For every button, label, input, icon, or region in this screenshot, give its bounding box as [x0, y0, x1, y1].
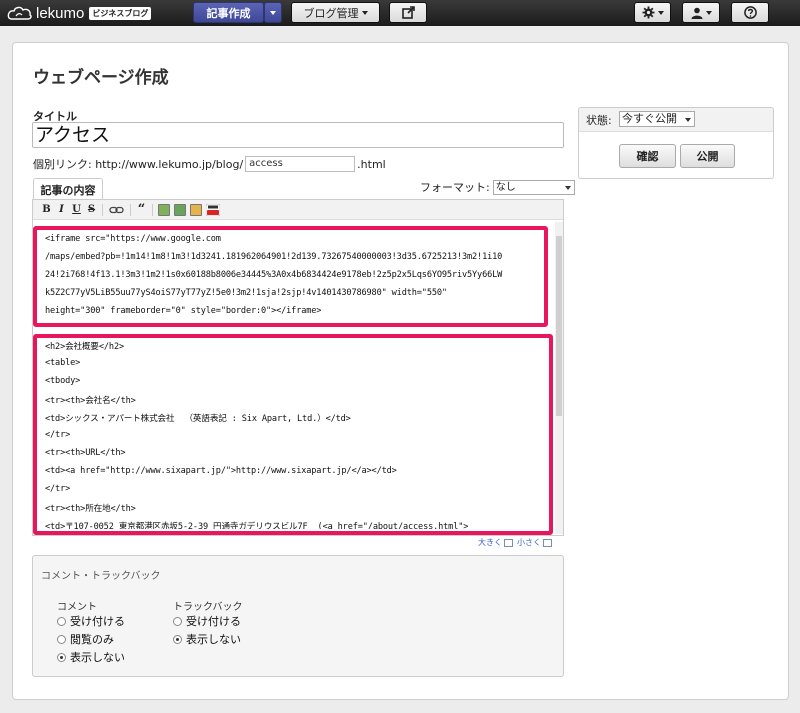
settings-button[interactable] — [634, 2, 671, 23]
bold-button[interactable]: B — [39, 204, 54, 215]
radio-button[interactable] — [57, 616, 66, 626]
comment-option-read-only[interactable]: 閲覧のみ — [57, 631, 114, 647]
publish-button-label: 公開 — [696, 150, 719, 163]
gear-icon — [642, 6, 654, 19]
comment-group-label: コメント — [57, 602, 97, 613]
upload-file-icon[interactable] — [174, 203, 186, 216]
comment-trackback-title: コメント・トラックバック — [41, 571, 161, 582]
status-value: 今すぐ公開 — [622, 112, 677, 125]
insert-image-icon[interactable] — [158, 203, 170, 216]
editor-toolbar: B I U S “ — [33, 200, 563, 220]
compose-entry-label: 記事作成 — [206, 6, 251, 20]
chevron-down-icon — [657, 10, 664, 15]
permalink-row: 個別リンク: http://www.lekumo.jp/blog/ access… — [33, 156, 386, 172]
insert-media-icon[interactable] — [190, 203, 202, 216]
radio-button[interactable] — [173, 616, 182, 626]
format-value: なし — [495, 181, 516, 193]
comment-option-hide[interactable]: 表示しない — [57, 649, 125, 665]
preview-button-label: 確認 — [636, 150, 659, 163]
editor-scrollbar[interactable] — [555, 222, 563, 534]
status-label: 状態: — [586, 114, 612, 127]
underline-button[interactable]: U — [69, 204, 84, 215]
chevron-down-icon — [685, 118, 691, 122]
lekumo-logo-icon — [7, 6, 32, 20]
youtube-icon[interactable] — [206, 203, 220, 216]
radio-label: 閲覧のみ — [70, 633, 114, 646]
radio-button-selected[interactable] — [173, 634, 182, 644]
trackback-option-hide[interactable]: 表示しない — [173, 631, 241, 647]
editor-scroll-thumb[interactable] — [556, 236, 562, 416]
title-input[interactable]: アクセス — [32, 122, 564, 148]
preview-button[interactable]: 確認 — [619, 144, 676, 168]
radio-button-selected[interactable] — [57, 652, 66, 662]
radio-label: 表示しない — [186, 633, 241, 646]
chevron-down-icon — [564, 185, 571, 190]
basename-input[interactable]: access — [245, 156, 356, 172]
toolbar-divider — [152, 203, 153, 216]
format-row: フォーマット: なし — [420, 179, 575, 195]
format-label: フォーマット: — [420, 181, 490, 194]
chevron-down-icon — [361, 10, 368, 15]
open-blog-button[interactable] — [389, 2, 427, 23]
enlarge-icon[interactable] — [504, 538, 513, 547]
trackback-option-accept[interactable]: 受け付ける — [173, 613, 241, 629]
format-select[interactable]: なし — [492, 179, 575, 195]
logo[interactable]: lekumo ビジネスブログ — [6, 3, 152, 23]
help-icon — [743, 6, 757, 19]
blog-admin-label: ブログ管理 — [303, 6, 359, 20]
shrink-icon[interactable] — [543, 538, 552, 547]
compose-entry-button[interactable]: 記事作成 — [193, 2, 264, 23]
user-menu-button[interactable] — [682, 2, 720, 23]
table-code-highlight — [33, 334, 553, 535]
enlarge-editor-link[interactable]: 大きく — [478, 537, 502, 548]
tab-body[interactable]: 記事の内容 — [33, 178, 103, 200]
iframe-code-highlight — [33, 226, 548, 327]
editor-resize-controls: 大きく 小さく — [478, 537, 556, 548]
status-select[interactable]: 今すぐ公開 — [619, 111, 695, 127]
blog-admin-button[interactable]: ブログ管理 — [291, 2, 380, 23]
italic-button[interactable]: I — [54, 204, 69, 215]
external-link-icon — [401, 6, 415, 19]
radio-label: 受け付ける — [186, 615, 241, 628]
link-icon[interactable] — [109, 205, 124, 215]
logo-text: lekumo — [36, 4, 85, 22]
chevron-down-icon — [270, 10, 276, 15]
chevron-down-icon — [705, 10, 712, 15]
top-navigation-bar: lekumo ビジネスブログ 記事作成 ブログ管理 — [0, 0, 800, 26]
user-icon — [691, 7, 702, 19]
toolbar-divider — [102, 203, 103, 216]
comment-option-accept[interactable]: 受け付ける — [57, 613, 125, 629]
radio-button[interactable] — [57, 634, 66, 644]
toolbar-divider — [130, 203, 131, 216]
publish-button[interactable]: 公開 — [680, 144, 735, 168]
shrink-editor-link[interactable]: 小さく — [517, 537, 541, 548]
help-button[interactable] — [731, 2, 769, 23]
radio-label: 表示しない — [70, 651, 125, 664]
logo-badge: ビジネスブログ — [89, 6, 152, 20]
blockquote-button[interactable]: “ — [134, 202, 149, 217]
permalink-suffix: .html — [357, 157, 386, 171]
strikethrough-button[interactable]: S — [84, 204, 99, 215]
page-title: ウェブページ作成 — [33, 68, 169, 88]
trackback-group-label: トラックバック — [173, 602, 243, 613]
permalink-label: 個別リンク: http://www.lekumo.jp/blog/ — [33, 158, 244, 171]
compose-dropdown-button[interactable] — [264, 2, 282, 23]
radio-label: 受け付ける — [70, 615, 125, 628]
